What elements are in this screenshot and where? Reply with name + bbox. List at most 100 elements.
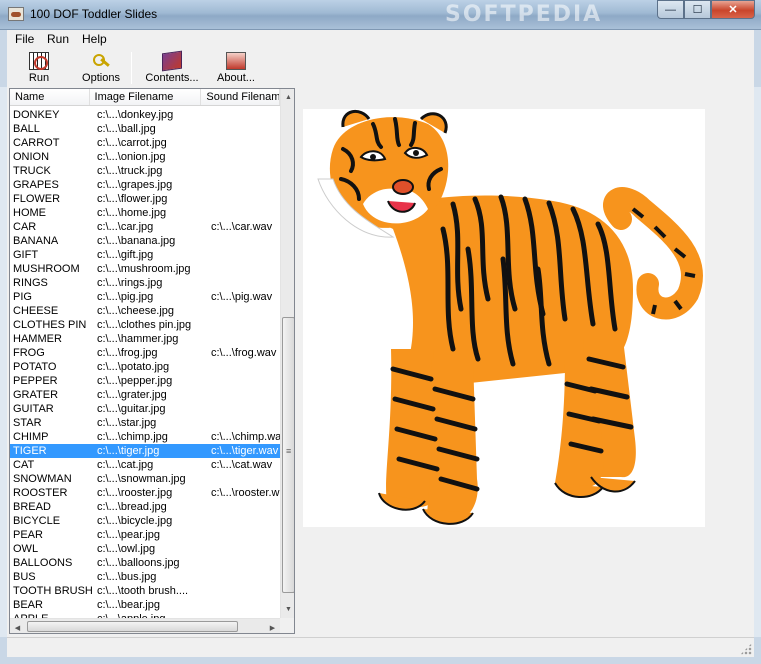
cell-image-filename: c:\...\balloons.jpg	[97, 557, 180, 569]
list-item[interactable]: CHEESE c:\...\cheese.jpg	[10, 304, 280, 318]
horizontal-scrollbar[interactable]: ◀ ▶	[10, 618, 280, 633]
vertical-scrollbar[interactable]: ▲ ▼	[280, 89, 294, 618]
title-bar: 100 DOF Toddler Slides SOFTPEDIA — ☐ ✕	[0, 0, 761, 30]
list-item[interactable]: BALL c:\...\ball.jpg	[10, 122, 280, 136]
list-item[interactable]: FLOWER c:\...\flower.jpg	[10, 192, 280, 206]
cell-image-filename: c:\...\star.jpg	[97, 417, 157, 429]
cell-image-filename: c:\...\rooster.jpg	[97, 487, 173, 499]
about-label: About...	[217, 72, 255, 84]
cell-name: TOOTH BRUSH	[13, 585, 93, 597]
options-button[interactable]: Options	[79, 51, 123, 85]
cell-sound-filename: c:\...\rooster.wav	[211, 487, 280, 499]
minimize-button[interactable]: —	[657, 0, 684, 19]
cell-name: CAR	[13, 221, 37, 233]
list-item[interactable]: GRAPES c:\...\grapes.jpg	[10, 178, 280, 192]
list-item[interactable]: GRATER c:\...\grater.jpg	[10, 388, 280, 402]
list-item[interactable]: CHIMP c:\...\chimp.jpg c:\...\chimp.wav	[10, 430, 280, 444]
column-header-image[interactable]: Image Filename	[90, 89, 202, 105]
list-item[interactable]: SNOWMAN c:\...\snowman.jpg	[10, 472, 280, 486]
options-label: Options	[82, 72, 120, 84]
maximize-button[interactable]: ☐	[684, 0, 711, 19]
cell-sound-filename	[208, 206, 280, 220]
list-item[interactable]: HOME c:\...\home.jpg	[10, 206, 280, 220]
cell-image-filename: c:\...\bicycle.jpg	[97, 515, 173, 527]
cell-image-filename: c:\...\grater.jpg	[97, 389, 167, 401]
list-item[interactable]: HAMMER c:\...\hammer.jpg	[10, 332, 280, 346]
list-item[interactable]: BREAD c:\...\bread.jpg	[10, 500, 280, 514]
list-item[interactable]: BEAR c:\...\bear.jpg	[10, 598, 280, 612]
cell-name: GIFT	[13, 249, 39, 261]
list-item[interactable]: BALLOONS c:\...\balloons.jpg	[10, 556, 280, 570]
toolbar-separator	[131, 52, 132, 84]
cell-name: CHEESE	[13, 305, 59, 317]
cell-name: BUS	[13, 571, 36, 583]
list-item[interactable]: PEAR c:\...\pear.jpg	[10, 528, 280, 542]
cell-sound-filename	[208, 528, 280, 542]
cell-sound-filename	[208, 164, 280, 178]
cell-image-filename: c:\...\guitar.jpg	[97, 403, 166, 415]
cell-name: CHIMP	[13, 431, 49, 443]
contents-button[interactable]: Contents...	[141, 50, 203, 85]
list-item[interactable]: TIGER c:\...\tiger.jpg c:\...\tiger.wav	[10, 444, 280, 458]
cell-name: ROOSTER	[13, 487, 68, 499]
cell-sound-filename	[208, 192, 280, 206]
list-item[interactable]: PEPPER c:\...\pepper.jpg	[10, 374, 280, 388]
list-item[interactable]: CAT c:\...\cat.jpg c:\...\cat.wav	[10, 458, 280, 472]
list-item[interactable]: BUS c:\...\bus.jpg	[10, 570, 280, 584]
cell-sound-filename	[208, 248, 280, 262]
horizontal-scroll-thumb[interactable]	[27, 621, 238, 632]
vertical-scroll-thumb[interactable]	[282, 317, 294, 593]
list-item[interactable]: STAR c:\...\star.jpg	[10, 416, 280, 430]
menu-help[interactable]: Help	[82, 32, 107, 46]
list-item[interactable]: GUITAR c:\...\guitar.jpg	[10, 402, 280, 416]
scroll-down-arrow[interactable]: ▼	[281, 601, 294, 618]
cell-name: RINGS	[13, 277, 48, 289]
list-item[interactable]: OWL c:\...\owl.jpg	[10, 542, 280, 556]
list-item[interactable]: CAR c:\...\car.jpg c:\...\car.wav	[10, 220, 280, 234]
list-item[interactable]: TRUCK c:\...\truck.jpg	[10, 164, 280, 178]
cell-name: GUITAR	[13, 403, 54, 415]
list-item[interactable]: POTATO c:\...\potato.jpg	[10, 360, 280, 374]
list-item[interactable]: CARROT c:\...\carrot.jpg	[10, 136, 280, 150]
list-item[interactable]: TOOTH BRUSH c:\...\tooth brush....	[10, 584, 280, 598]
cell-name: SNOWMAN	[13, 473, 72, 485]
column-header-sound[interactable]: Sound Filename	[201, 89, 280, 105]
cell-sound-filename	[208, 570, 280, 584]
cell-sound-filename	[208, 262, 280, 276]
cell-sound-filename	[208, 108, 280, 122]
resize-grip[interactable]	[740, 643, 752, 655]
cell-name: PIG	[13, 291, 32, 303]
cell-image-filename: c:\...\cheese.jpg	[97, 305, 175, 317]
about-button[interactable]: About...	[211, 51, 261, 85]
scroll-up-arrow[interactable]: ▲	[281, 89, 294, 106]
list-item[interactable]: FROG c:\...\frog.jpg c:\...\frog.wav	[10, 346, 280, 360]
menu-run[interactable]: Run	[47, 32, 69, 46]
cell-sound-filename	[208, 514, 280, 528]
run-button[interactable]: Run	[21, 51, 57, 85]
cell-name: BANANA	[13, 235, 59, 247]
scroll-left-arrow[interactable]: ◀	[10, 619, 25, 633]
scroll-right-arrow[interactable]: ▶	[265, 619, 280, 633]
cell-image-filename: c:\...\tiger.jpg	[97, 445, 160, 457]
cell-name: GRAPES	[13, 179, 59, 191]
list-item[interactable]: PIG c:\...\pig.jpg c:\...\pig.wav	[10, 290, 280, 304]
toolbar: Run Options Contents... About...	[0, 49, 761, 87]
close-button[interactable]: ✕	[711, 0, 755, 19]
cell-image-filename: c:\...\car.jpg	[97, 221, 154, 233]
list-item[interactable]: ROOSTER c:\...\rooster.jpg c:\...\rooster.…	[10, 486, 280, 500]
list-item[interactable]: MUSHROOM c:\...\mushroom.jpg	[10, 262, 280, 276]
column-header-name[interactable]: Name	[10, 89, 90, 105]
list-item[interactable]: BICYCLE c:\...\bicycle.jpg	[10, 514, 280, 528]
about-icon	[226, 52, 246, 70]
list-item[interactable]: BANANA c:\...\banana.jpg	[10, 234, 280, 248]
cell-image-filename: c:\...\pear.jpg	[97, 529, 160, 541]
slides-list[interactable]: Name Image Filename Sound Filename DONKE…	[9, 88, 295, 634]
list-item[interactable]: GIFT c:\...\gift.jpg	[10, 248, 280, 262]
list-item[interactable]: RINGS c:\...\rings.jpg	[10, 276, 280, 290]
cell-image-filename: c:\...\bear.jpg	[97, 599, 160, 611]
list-item[interactable]: CLOTHES PIN c:\...\clothes pin.jpg	[10, 318, 280, 332]
list-item[interactable]: DONKEY c:\...\donkey.jpg	[10, 108, 280, 122]
cell-image-filename: c:\...\flower.jpg	[97, 193, 168, 205]
list-item[interactable]: ONION c:\...\onion.jpg	[10, 150, 280, 164]
menu-file[interactable]: File	[15, 32, 34, 46]
